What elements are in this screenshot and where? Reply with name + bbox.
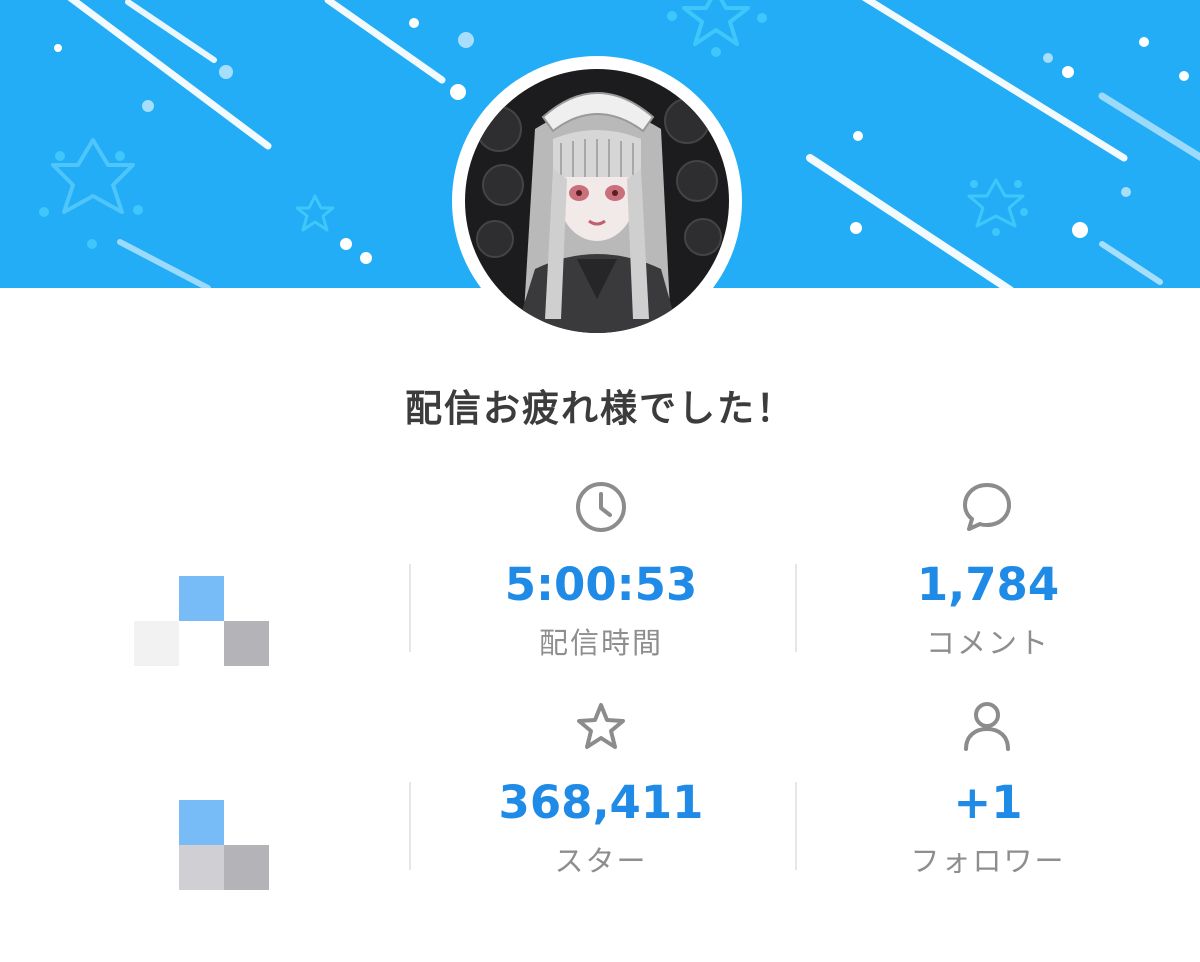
follower-gain-value: +1 (953, 776, 1023, 829)
comment-count-label: コメント (925, 626, 1050, 660)
mosaic-censor-block (134, 576, 269, 666)
stat-divider (409, 564, 411, 652)
anime-maid-character-avatar (465, 69, 729, 333)
comment-bubble-icon (963, 483, 1011, 531)
person-icon (964, 702, 1010, 751)
streaming-time-label: 配信時間 (538, 626, 663, 660)
mosaic-censor-block (179, 800, 269, 890)
star-icon (577, 703, 625, 749)
stream-finished-title: 配信お疲れ様でした！ (405, 387, 795, 430)
star-count-label: スター (554, 844, 648, 878)
stat-divider (409, 782, 411, 870)
star-count-value: 368,411 (498, 776, 704, 829)
streaming-time-value: 5:00:53 (504, 558, 698, 611)
follower-gain-label: フォロワー (910, 844, 1066, 878)
clock-icon (576, 482, 626, 532)
stat-divider (795, 782, 797, 870)
stat-divider (795, 564, 797, 652)
comment-count-value: 1,784 (916, 558, 1060, 611)
streamer-avatar (452, 56, 742, 346)
